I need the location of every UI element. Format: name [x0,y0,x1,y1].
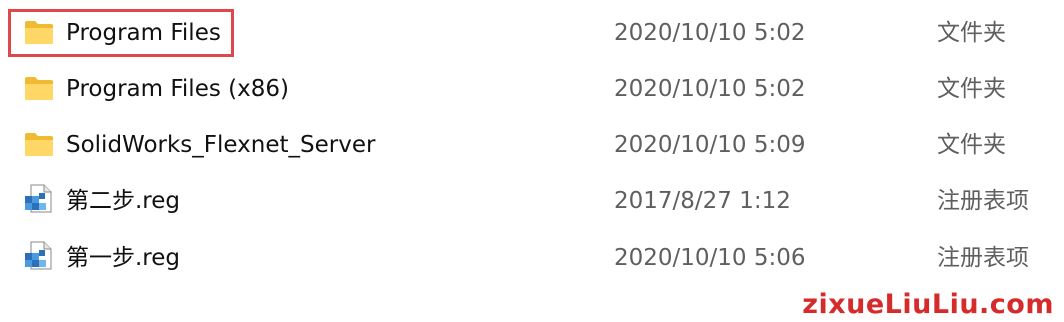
folder-icon [24,19,54,45]
file-row-program-files-x86[interactable]: Program Files (x86) 2020/10/10 5:02 文件夹 [0,61,1064,117]
registry-file-icon [24,241,54,270]
file-type: 注册表项 [937,188,1029,214]
file-row-program-files[interactable]: Program Files 2020/10/10 5:02 文件夹 [0,5,1064,61]
file-name: Program Files (x86) [66,76,289,102]
watermark: zixueLiuLiu.com [802,289,1054,320]
file-row-reg-step1[interactable]: 第一步.reg 2020/10/10 5:06 注册表项 [0,230,1064,286]
file-list: Program Files 2020/10/10 5:02 文件夹 Progra… [0,0,1064,322]
folder-icon [24,75,54,101]
file-name: Program Files [66,20,221,46]
file-row-solidworks-flexnet-server[interactable]: SolidWorks_Flexnet_Server 2020/10/10 5:0… [0,117,1064,173]
file-row-reg-step2[interactable]: 第二步.reg 2017/8/27 1:12 注册表项 [0,173,1064,229]
file-date-modified: 2017/8/27 1:12 [614,188,791,214]
file-name: 第一步.reg [66,245,181,271]
file-date-modified: 2020/10/10 5:09 [614,132,806,158]
file-type: 文件夹 [937,20,1006,46]
file-type: 文件夹 [937,76,1006,102]
file-type: 文件夹 [937,132,1006,158]
file-date-modified: 2020/10/10 5:02 [614,76,806,102]
file-name: 第二步.reg [66,188,181,214]
registry-file-icon [24,184,54,213]
folder-icon [24,131,54,157]
file-name: SolidWorks_Flexnet_Server [66,132,376,158]
file-date-modified: 2020/10/10 5:06 [614,245,806,271]
file-date-modified: 2020/10/10 5:02 [614,20,806,46]
file-type: 注册表项 [937,245,1029,271]
